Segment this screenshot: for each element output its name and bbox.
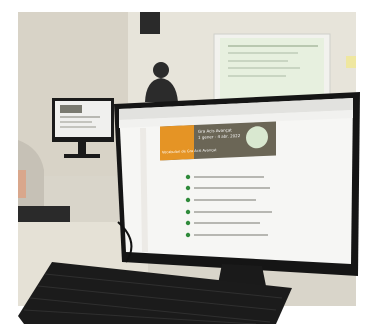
photo-scene: Gra Acis Avançat 1 gener - 4 abr. 2022 V… <box>0 0 370 324</box>
cable <box>117 221 133 263</box>
